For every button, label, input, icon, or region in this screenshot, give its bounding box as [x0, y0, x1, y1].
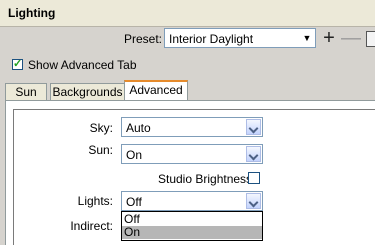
preset-select[interactable]: Interior Daylight ▼: [164, 28, 316, 48]
chevron-down-icon: [246, 193, 261, 209]
studio-brightness-checkbox[interactable]: [248, 172, 260, 184]
chevron-down-icon: [246, 146, 261, 162]
sky-select[interactable]: Auto: [121, 117, 263, 137]
dropdown-option-off[interactable]: Off: [122, 213, 262, 226]
indirect-label: Indirect:: [70, 219, 113, 233]
remove-preset-button[interactable]: —: [341, 27, 361, 49]
preset-options-button[interactable]: [366, 31, 375, 47]
preset-value: Interior Daylight: [169, 32, 254, 46]
studio-brightness-label: Studio Brightness: [158, 172, 253, 186]
show-advanced-checkbox[interactable]: [12, 57, 23, 70]
lights-dropdown-list: Off On: [121, 211, 263, 241]
add-preset-button[interactable]: +: [319, 27, 339, 49]
sky-value: Auto: [126, 121, 151, 135]
tab-advanced[interactable]: Advanced: [124, 80, 188, 101]
lights-label: Lights:: [77, 194, 113, 208]
window-title: Lighting: [8, 6, 56, 20]
sun-select[interactable]: On: [121, 144, 263, 164]
sun-value: On: [126, 148, 143, 162]
dropdown-option-on[interactable]: On: [122, 226, 262, 239]
tab-backgrounds[interactable]: Backgrounds: [50, 83, 125, 100]
lights-select[interactable]: Off: [121, 191, 263, 211]
chevron-down-icon: ▼: [302, 33, 312, 43]
sky-label: Sky:: [89, 121, 113, 135]
sun-label: Sun:: [88, 143, 113, 157]
tab-sun[interactable]: Sun: [5, 83, 47, 100]
lights-value: Off: [126, 195, 142, 209]
preset-label: Preset:: [124, 32, 163, 46]
chevron-down-icon: [246, 119, 261, 135]
title-bar: Lighting: [0, 0, 375, 27]
show-advanced-label: Show Advanced Tab: [28, 58, 137, 72]
